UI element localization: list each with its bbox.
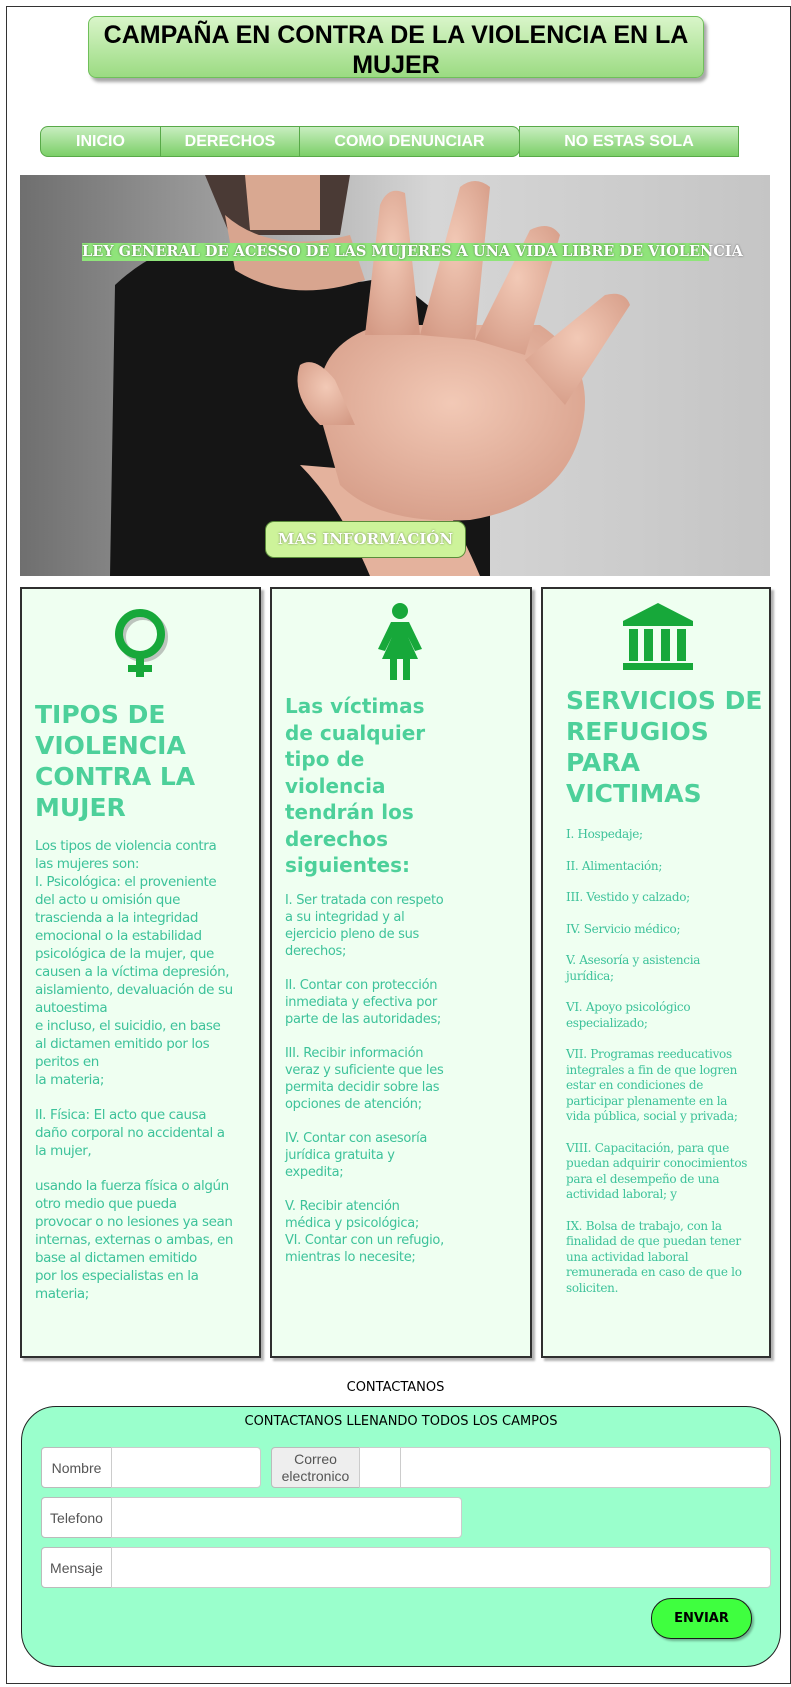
name-label: Nombre — [41, 1447, 112, 1488]
more-info-button-label: MAS INFORMACIÓN — [277, 530, 454, 548]
message-field[interactable] — [111, 1547, 771, 1588]
card-paragraph: IX. Bolsa de trabajo, con la finalidad d… — [566, 1218, 742, 1295]
card-paragraph: VI. Apoyo psicológico especializado; — [566, 1000, 691, 1030]
page-title-text: CAMPAÑA EN CONTRA DE LA VIOLENCIA EN LA … — [103, 21, 689, 79]
nav-item-label: INICIO — [76, 133, 125, 150]
card-title: TIPOS DE VIOLENCIA CONTRA LA MUJER — [35, 700, 196, 822]
card-paragraph: V. Asesoría y asistencia jurídica; — [566, 953, 701, 983]
phone-label: Telefono — [41, 1497, 112, 1538]
female-symbol-icon — [115, 609, 168, 677]
card-paragraph: V. Recibir atención médica y psicológica… — [285, 1199, 444, 1265]
card-violence-types: TIPOS DE VIOLENCIA CONTRA LA MUJER Los t… — [20, 587, 261, 1358]
woman-figure-icon — [378, 603, 422, 680]
card-body: I. Ser tratada con respeto a su integrid… — [285, 892, 445, 1283]
card-paragraph: Los tipos de violencia contra las mujere… — [35, 838, 233, 1088]
card-paragraph: III. Vestido y calzado; — [566, 890, 690, 904]
page-title: CAMPAÑA EN CONTRA DE LA VIOLENCIA EN LA … — [88, 16, 704, 79]
card-shelter-services: SERVICIOS DE REFUGIOS PARA VICTIMAS I. H… — [541, 587, 771, 1358]
card-paragraph: usando la fuerza física o algún otro med… — [35, 1178, 234, 1302]
more-info-button[interactable]: MAS INFORMACIÓN — [265, 521, 466, 558]
card-paragraph: II. Contar con protección inmediata y ef… — [285, 978, 441, 1027]
nav-item-label: NO ESTAS SOLA — [564, 133, 694, 150]
hero-banner: LEY GENERAL DE ACESSO DE LAS MUJERES A U… — [20, 175, 770, 576]
main-nav: INICIO DERECHOS COMO DENUNCIAR NO ESTAS … — [40, 126, 740, 157]
card-title: Las víctimas de cualquier tipo de violen… — [285, 694, 426, 877]
institution-building-icon — [623, 603, 693, 670]
card-paragraph: II. Física: El acto que causa daño corpo… — [35, 1107, 225, 1159]
nav-item-label: COMO DENUNCIAR — [334, 133, 485, 150]
message-label: Mensaje — [41, 1547, 112, 1588]
nav-item-derechos[interactable]: DERECHOS — [160, 126, 300, 157]
nav-item-como-denunciar[interactable]: COMO DENUNCIAR — [299, 126, 520, 157]
card-paragraph: VII. Programas reeducativos integrales a… — [566, 1047, 738, 1123]
card-title: SERVICIOS DE REFUGIOS PARA VICTIMAS — [566, 686, 763, 808]
card-paragraph: III. Recibir información veraz y suficie… — [285, 1046, 444, 1112]
card-paragraph: I. Hospedaje; — [566, 827, 643, 841]
contact-form: CONTACTANOS LLENANDO TODOS LOS CAMPOS No… — [21, 1406, 781, 1667]
phone-field[interactable] — [111, 1497, 462, 1538]
card-paragraph: VIII. Capacitación, para que puedan adqu… — [566, 1140, 748, 1202]
submit-button[interactable]: ENVIAR — [651, 1598, 752, 1639]
hero-photo — [110, 175, 630, 576]
email-label: Correo electronico — [271, 1447, 360, 1488]
nav-item-inicio[interactable]: INICIO — [40, 126, 161, 157]
nav-item-no-estas-sola[interactable]: NO ESTAS SOLA — [519, 126, 739, 157]
contact-heading: CONTACTANOS — [346, 1380, 445, 1395]
hero-title: LEY GENERAL DE ACESSO DE LAS MUJERES A U… — [82, 243, 743, 261]
email-field[interactable] — [400, 1447, 771, 1488]
card-victim-rights: Las víctimas de cualquier tipo de violen… — [270, 587, 532, 1358]
card-paragraph: I. Ser tratada con respeto a su integrid… — [285, 893, 444, 959]
card-paragraph: IV. Contar con asesoría jurídica gratuit… — [285, 1131, 428, 1180]
contact-subheading: CONTACTANOS LLENANDO TODOS LOS CAMPOS — [244, 1414, 558, 1429]
card-body: I. Hospedaje; II. Alimentación; III. Ves… — [566, 827, 751, 1312]
nav-item-label: DERECHOS — [184, 133, 276, 150]
name-field[interactable] — [111, 1447, 261, 1488]
submit-button-label: ENVIAR — [674, 1611, 729, 1626]
card-body: Los tipos de violencia contra las mujere… — [35, 837, 235, 1320]
card-paragraph: II. Alimentación; — [566, 858, 663, 873]
email-field-addon[interactable] — [359, 1447, 401, 1488]
card-paragraph: IV. Servicio médico; — [566, 921, 681, 936]
